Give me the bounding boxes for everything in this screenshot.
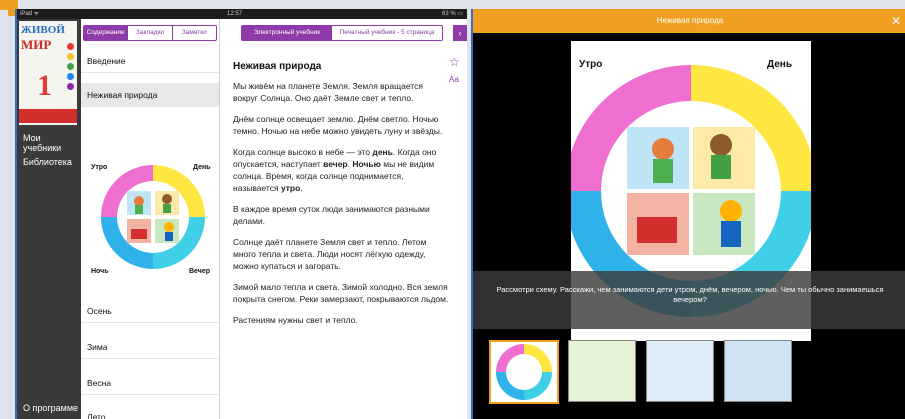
textbook-mode-tabs: Электронный учебник Печатный учебник - 5… (241, 25, 443, 41)
label-day: День (767, 59, 792, 70)
thumbnail-1[interactable] (489, 340, 559, 404)
sidebar: ЖИВОЙ МИР 1 Мои учебники Библиотека О пр… (17, 19, 81, 419)
toc-item-summer[interactable]: Лето (81, 405, 219, 419)
tab-contents[interactable]: Содержание (84, 26, 129, 40)
clock: 12:57 (227, 11, 243, 17)
status-bar: iPad ᯤ 12:57 63 % ▭ (17, 9, 467, 19)
star-icon[interactable]: ☆ (449, 55, 460, 69)
label-day: День (193, 164, 211, 171)
sidebar-item-my-books[interactable]: Мои учебники (23, 133, 81, 153)
tab-notes[interactable]: Заметки (173, 26, 216, 40)
label-morning: Утро (91, 164, 107, 171)
screenshot-frame: iPad ᯤ 12:57 63 % ▭ ЖИВОЙ МИР 1 Мои учеб… (0, 0, 905, 419)
label-evening: Вечер (189, 268, 210, 275)
font-size-icon[interactable]: Aa (449, 75, 459, 84)
toc-item-winter[interactable]: Зима (81, 335, 219, 359)
table-of-contents: Введение Неживая природа Утро День Ночь (81, 49, 219, 419)
tab-printed[interactable]: Печатный учебник - 5 страница (332, 26, 442, 40)
article-paragraph: Мы живём на планете Земля. Земля вращает… (233, 81, 423, 103)
book-title-line1: ЖИВОЙ (21, 24, 65, 36)
article-paragraph: Когда солнце высоко в небе — это день. К… (233, 147, 437, 193)
article-paragraph: Растениям нужны свет и тепло. (233, 315, 358, 325)
sidebar-item-about[interactable]: О программе (23, 403, 78, 413)
thumbnail-diagram (496, 344, 552, 400)
thumbnail-3[interactable] (646, 340, 714, 402)
viewer-title: Неживая природа (656, 16, 724, 25)
battery-indicator: 63 % ▭ (441, 11, 463, 17)
cover-dots-decor (67, 43, 75, 93)
arrow-left-icon[interactable]: ‹ (453, 25, 467, 41)
book-title-line2: МИР (21, 37, 52, 52)
article-paragraph: В каждое время суток люди занимаются раз… (233, 204, 430, 226)
thumbnail-2[interactable] (568, 340, 636, 402)
carrier-label: iPad ᯤ (20, 11, 40, 17)
toc-item-autumn[interactable]: Осень (81, 299, 219, 323)
image-viewer: Неживая природа ✕ Утро День Рассмотри сх… (471, 9, 905, 419)
toc-item-nonliving-nature[interactable]: Неживая природа (81, 83, 219, 107)
toc-item-spring[interactable]: Весна (81, 371, 219, 395)
thumbnail-4[interactable] (724, 340, 792, 402)
cover-band (19, 109, 77, 123)
label-morning: Утро (579, 59, 602, 70)
article-title: Неживая природа (233, 61, 322, 72)
panel-divider (219, 19, 220, 419)
caption-text: Рассмотри схему. Расскажи, чем занимаютс… (496, 285, 884, 304)
day-cycle-diagram[interactable]: Утро День Ночь Вечер (89, 157, 217, 277)
toc-tabs: Содержание Закладки Заметки (83, 25, 217, 41)
close-icon[interactable]: ✕ (891, 9, 901, 33)
article-paragraph: Солнце даёт планете Земля свет и тепло. … (233, 237, 427, 271)
book-grade: 1 (37, 69, 52, 102)
toc-item-intro[interactable]: Введение (81, 49, 219, 73)
label-night: Ночь (91, 268, 109, 275)
article-paragraph: Днём солнце освещает землю. Днём светло.… (233, 114, 443, 136)
textbook-app: iPad ᯤ 12:57 63 % ▭ ЖИВОЙ МИР 1 Мои учеб… (15, 9, 467, 419)
article: Неживая природа Мы живём на планете Земл… (233, 61, 449, 335)
sidebar-item-library[interactable]: Библиотека (23, 157, 72, 167)
viewer-header: Неживая природа ✕ (473, 9, 905, 33)
article-paragraph: Зимой мало тепла и света. Зимой холодно.… (233, 282, 449, 304)
tab-bookmarks[interactable]: Закладки (128, 26, 173, 40)
tab-electronic[interactable]: Электронный учебник (242, 26, 332, 40)
book-cover[interactable]: ЖИВОЙ МИР 1 (19, 21, 77, 125)
